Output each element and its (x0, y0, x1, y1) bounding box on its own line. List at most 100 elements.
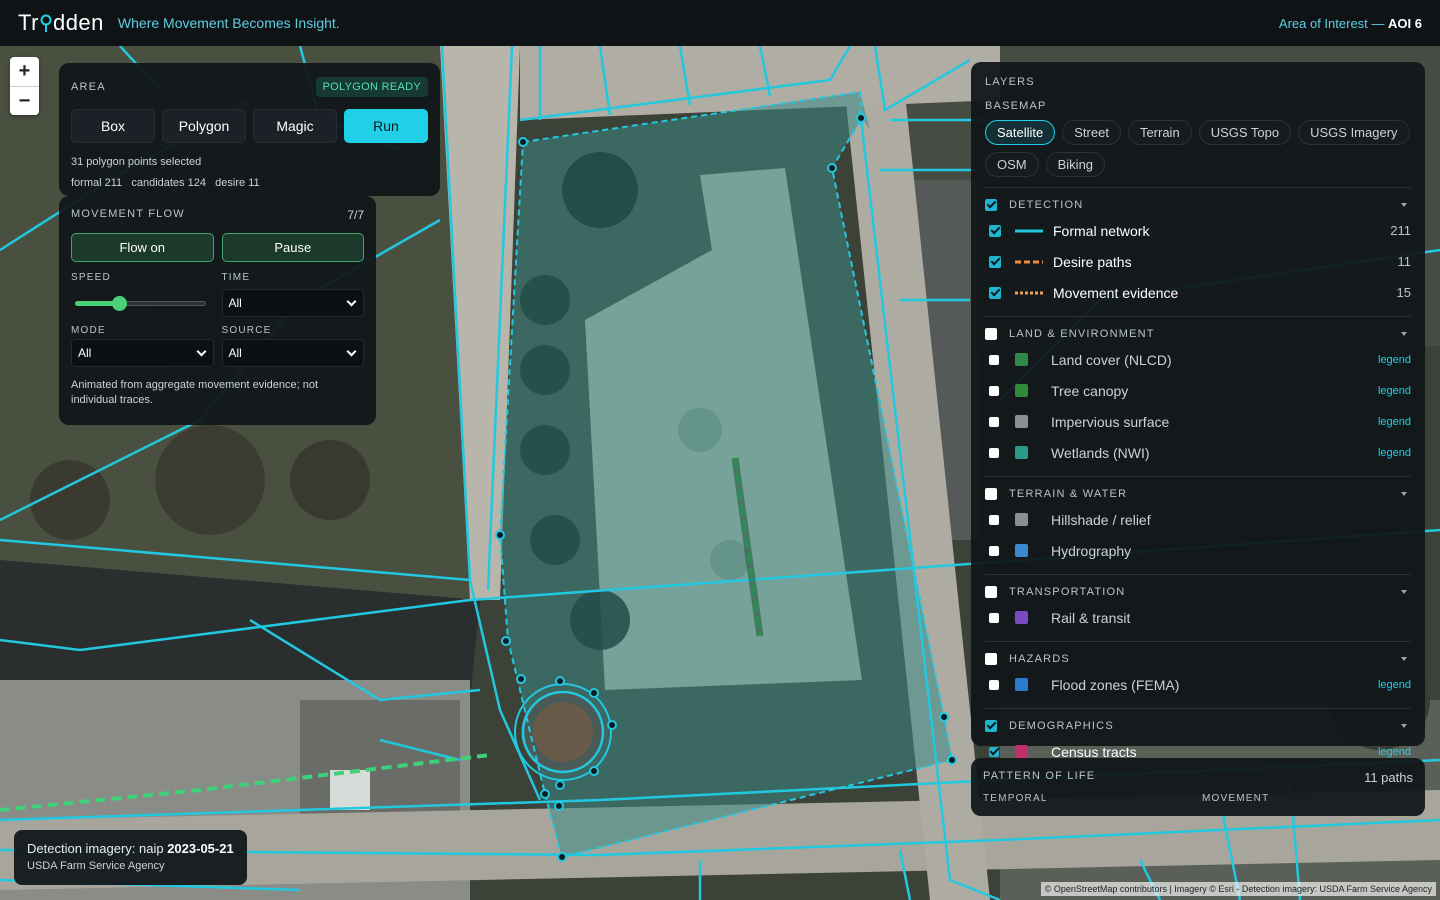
land-header[interactable]: LAND & ENVIRONMENT (985, 323, 1411, 344)
source-select[interactable]: All (221, 339, 364, 367)
speed-slider[interactable] (71, 289, 214, 317)
impervious-checkbox[interactable] (989, 416, 999, 427)
brand-text-left: Tr (18, 10, 39, 35)
layer-wetlands[interactable]: Wetlands (NWI) legend (985, 437, 1411, 468)
polygon-tool-button[interactable]: Polygon (162, 109, 246, 143)
detection-header[interactable]: DETECTION (985, 194, 1411, 215)
caret-down-icon[interactable] (1401, 589, 1407, 594)
basemap-usgs-topo[interactable]: USGS Topo (1198, 120, 1292, 145)
detection-imagery-info: Detection imagery: naip 2023-05-21 USDA … (14, 830, 247, 885)
movement-flow-panel: MOVEMENT FLOW 7/7 Flow on Pause SPEED TI… (59, 196, 376, 425)
caret-down-icon[interactable] (1401, 202, 1407, 207)
transport-checkbox[interactable] (985, 585, 997, 598)
layer-count: 15 (1396, 285, 1411, 300)
zoom-in-button[interactable]: + (10, 57, 39, 86)
mode-select-value: All (78, 346, 92, 360)
movement-label: MOVEMENT (1202, 793, 1270, 804)
magic-tool-button[interactable]: Magic (253, 109, 337, 143)
run-button[interactable]: Run (344, 109, 428, 143)
layer-tree-canopy[interactable]: Tree canopy legend (985, 375, 1411, 406)
slider-thumb[interactable] (112, 296, 127, 311)
layer-impervious-surface[interactable]: Impervious surface legend (985, 406, 1411, 437)
layer-hydrography[interactable]: Hydrography (985, 535, 1411, 566)
layer-movement-evidence[interactable]: Movement evidence 15 (985, 277, 1411, 308)
detection-checkbox[interactable] (985, 198, 997, 211)
chevron-down-icon (346, 346, 357, 356)
box-tool-button[interactable]: Box (71, 109, 155, 143)
wetlands-swatch (1015, 446, 1028, 459)
flow-on-button[interactable]: Flow on (71, 233, 214, 262)
hillshade-checkbox[interactable] (989, 514, 999, 525)
layer-name: Impervious surface (1051, 413, 1170, 430)
layer-count: 211 (1390, 223, 1411, 238)
desire-paths-checkbox[interactable] (989, 255, 1001, 268)
layer-name: Flood zones (FEMA) (1051, 676, 1180, 693)
chevron-down-icon (346, 296, 357, 306)
hazards-section: HAZARDS Flood zones (FEMA) legend (985, 641, 1411, 700)
basemap-street[interactable]: Street (1062, 120, 1121, 145)
brand-logo[interactable]: Tr dden (18, 10, 104, 36)
basemap-biking[interactable]: Biking (1045, 152, 1106, 177)
caret-down-icon[interactable] (1401, 723, 1407, 728)
imagery-date: 2023-05-21 (167, 841, 234, 856)
time-select[interactable]: All (221, 289, 364, 317)
top-bar: Tr dden Where Movement Becomes Insight. … (0, 0, 1440, 46)
caret-down-icon[interactable] (1401, 491, 1407, 496)
movement-evidence-checkbox[interactable] (989, 286, 1001, 299)
census-checkbox[interactable] (989, 746, 999, 757)
pause-button[interactable]: Pause (221, 233, 364, 262)
basemap-usgs-imagery[interactable]: USGS Imagery (1298, 120, 1410, 145)
basemap-satellite[interactable]: Satellite (985, 120, 1056, 145)
stat-label: desire (215, 177, 246, 189)
land-cover-checkbox[interactable] (989, 354, 999, 365)
layer-rail-transit[interactable]: Rail & transit (985, 602, 1411, 633)
detection-section: DETECTION Formal network 211 Desire path… (985, 187, 1411, 308)
stat-label: candidates (131, 177, 185, 189)
tree-canopy-checkbox[interactable] (989, 385, 999, 396)
layer-name: Land cover (NLCD) (1051, 351, 1172, 368)
hazards-header[interactable]: HAZARDS (985, 648, 1411, 669)
land-label: LAND & ENVIRONMENT (1009, 327, 1155, 340)
transport-header[interactable]: TRANSPORTATION (985, 581, 1411, 602)
terrain-header[interactable]: TERRAIN & WATER (985, 483, 1411, 504)
flood-checkbox[interactable] (989, 679, 999, 690)
terrain-checkbox[interactable] (985, 487, 997, 500)
status-badge: POLYGON READY (315, 77, 428, 97)
layers-title: LAYERS (985, 76, 1035, 88)
legend-link[interactable]: legend (1378, 447, 1411, 459)
demographics-header[interactable]: DEMOGRAPHICS (985, 715, 1411, 736)
detection-imagery-line: Detection imagery: naip 2023-05-21 (27, 841, 234, 856)
layer-land-cover[interactable]: Land cover (NLCD) legend (985, 344, 1411, 375)
basemap-osm[interactable]: OSM (985, 152, 1039, 177)
solid-line-icon (1015, 225, 1043, 237)
layer-flood-zones[interactable]: Flood zones (FEMA) legend (985, 669, 1411, 700)
impervious-swatch (1015, 415, 1028, 428)
layer-formal-network[interactable]: Formal network 211 (985, 215, 1411, 246)
area-panel: AREA POLYGON READY Box Polygon Magic Run… (59, 63, 440, 196)
hydrography-checkbox[interactable] (989, 545, 999, 556)
hazards-checkbox[interactable] (985, 652, 997, 665)
land-checkbox[interactable] (985, 327, 997, 340)
layer-desire-paths[interactable]: Desire paths 11 (985, 246, 1411, 277)
legend-link[interactable]: legend (1378, 679, 1411, 691)
caret-down-icon[interactable] (1401, 331, 1407, 336)
layer-name: Hillshade / relief (1051, 511, 1151, 528)
legend-link[interactable]: legend (1378, 354, 1411, 366)
formal-network-checkbox[interactable] (989, 224, 1001, 237)
basemap-terrain[interactable]: Terrain (1127, 120, 1192, 145)
wetlands-checkbox[interactable] (989, 447, 999, 458)
layer-hillshade[interactable]: Hillshade / relief (985, 504, 1411, 535)
map-attribution[interactable]: © OpenStreetMap contributors | Imagery ©… (1040, 882, 1436, 896)
area-stats: formal 211 candidates 124 desire 11 (71, 177, 428, 189)
area-title: AREA (71, 81, 106, 93)
demographics-checkbox[interactable] (985, 719, 997, 732)
legend-link[interactable]: legend (1378, 746, 1411, 758)
layer-name: Rail & transit (1051, 609, 1131, 626)
zoom-out-button[interactable]: − (10, 86, 39, 115)
legend-link[interactable]: legend (1378, 385, 1411, 397)
rail-checkbox[interactable] (989, 612, 999, 623)
time-label: TIME (221, 272, 251, 283)
caret-down-icon[interactable] (1401, 656, 1407, 661)
legend-link[interactable]: legend (1378, 416, 1411, 428)
mode-select[interactable]: All (71, 339, 214, 367)
